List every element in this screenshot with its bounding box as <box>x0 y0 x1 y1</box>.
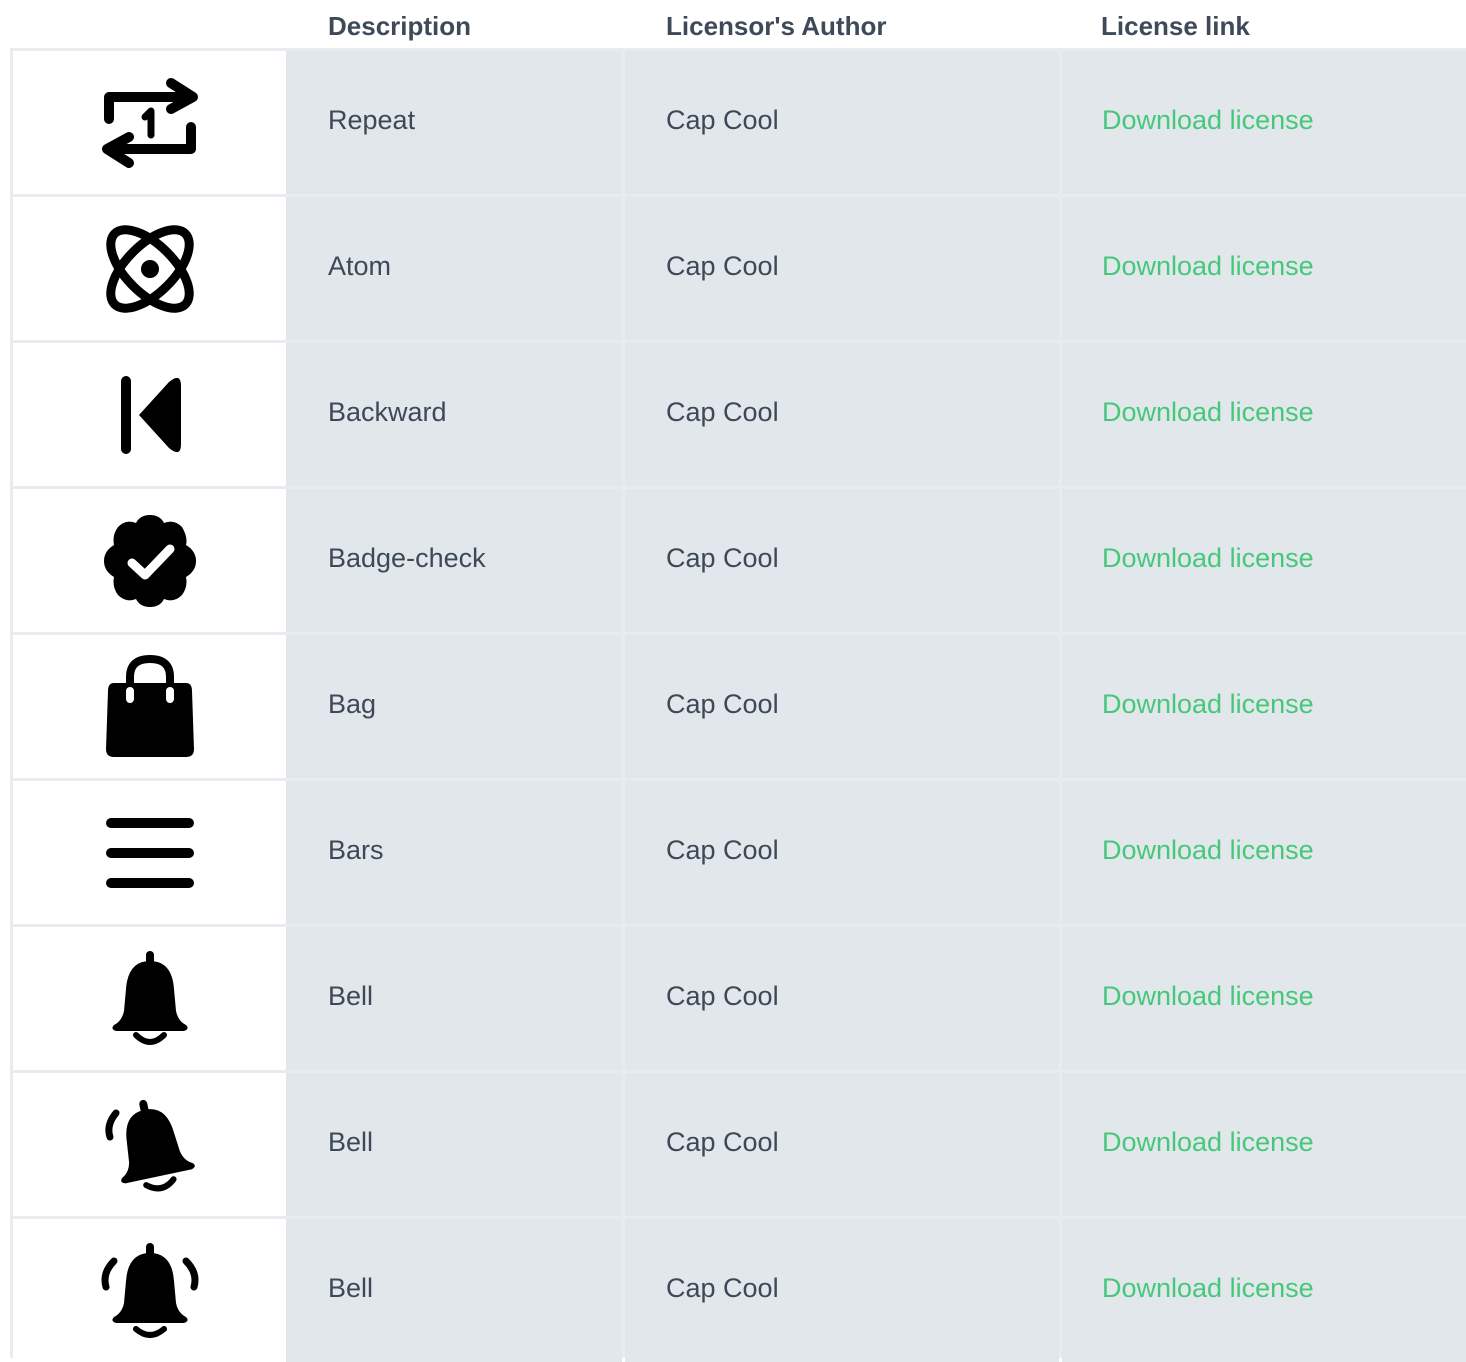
icon-cell <box>13 781 286 924</box>
author-text: Cap Cool <box>666 981 779 1011</box>
table-row: Atom Cap Cool Download license <box>10 194 1466 340</box>
license-link-cell: Download license <box>1062 781 1466 924</box>
icon-cell <box>13 1073 286 1216</box>
bars-icon <box>105 815 195 891</box>
bell-ringing-both-icon <box>100 1241 200 1341</box>
license-table: Repeat Cap Cool Download license Atom Ca… <box>10 48 1466 1362</box>
description-cell: Badge-check <box>286 489 622 632</box>
description-text: Bell <box>328 1127 374 1157</box>
author-text: Cap Cool <box>666 1273 779 1303</box>
description-cell: Bag <box>286 635 622 778</box>
bag-icon <box>102 654 198 759</box>
icon-cell <box>13 1219 286 1362</box>
backward-icon <box>115 372 185 458</box>
description-cell: Bars <box>286 781 622 924</box>
download-license-link[interactable]: Download license <box>1102 103 1314 137</box>
license-link-cell: Download license <box>1062 635 1466 778</box>
icon-cell <box>13 343 286 486</box>
author-cell: Cap Cool <box>625 927 1059 1070</box>
table-row: Backward Cap Cool Download license <box>10 340 1466 486</box>
table-row: Bag Cap Cool Download license <box>10 632 1466 778</box>
description-cell: Atom <box>286 197 622 340</box>
author-text: Cap Cool <box>666 251 779 281</box>
author-text: Cap Cool <box>666 689 779 719</box>
description-cell: Bell <box>286 927 622 1070</box>
description-cell: Bell <box>286 1219 622 1362</box>
license-link-cell: Download license <box>1062 1073 1466 1216</box>
description-text: Backward <box>328 397 447 427</box>
download-license-link[interactable]: Download license <box>1102 395 1314 429</box>
bell-icon <box>110 949 190 1049</box>
icon-cell <box>13 489 286 632</box>
description-cell: Backward <box>286 343 622 486</box>
download-license-link[interactable]: Download license <box>1102 249 1314 283</box>
description-text: Bag <box>328 689 377 719</box>
license-link-cell: Download license <box>1062 927 1466 1070</box>
icon-cell <box>13 197 286 340</box>
table-row: Repeat Cap Cool Download license <box>10 48 1466 194</box>
table-header: Description Licensor's Author License li… <box>0 0 1466 48</box>
download-license-link[interactable]: Download license <box>1102 1271 1314 1305</box>
column-header-author: Licensor's Author <box>666 11 887 41</box>
description-cell: Repeat <box>286 51 622 194</box>
description-text: Bars <box>328 835 384 865</box>
license-link-cell: Download license <box>1062 197 1466 340</box>
author-cell: Cap Cool <box>625 635 1059 778</box>
repeat-one-icon <box>95 75 205 171</box>
icon-cell <box>13 51 286 194</box>
download-license-link[interactable]: Download license <box>1102 1125 1314 1159</box>
author-text: Cap Cool <box>666 543 779 573</box>
author-cell: Cap Cool <box>625 489 1059 632</box>
column-header-description: Description <box>328 11 472 41</box>
column-header-license-link: License link <box>1101 11 1250 41</box>
atom-icon <box>95 217 205 321</box>
description-text: Badge-check <box>328 543 486 573</box>
download-license-link[interactable]: Download license <box>1102 541 1314 575</box>
author-cell: Cap Cool <box>625 781 1059 924</box>
author-text: Cap Cool <box>666 1127 779 1157</box>
license-link-cell: Download license <box>1062 343 1466 486</box>
table-row: Badge-check Cap Cool Download license <box>10 486 1466 632</box>
table-row: Bell Cap Cool Download license <box>10 1070 1466 1216</box>
icon-cell <box>13 927 286 1070</box>
download-license-link[interactable]: Download license <box>1102 687 1314 721</box>
description-text: Repeat <box>328 105 416 135</box>
author-text: Cap Cool <box>666 105 779 135</box>
download-license-link[interactable]: Download license <box>1102 833 1314 867</box>
table-row: Bars Cap Cool Download license <box>10 778 1466 924</box>
description-text: Bell <box>328 1273 374 1303</box>
license-link-cell: Download license <box>1062 1219 1466 1362</box>
author-cell: Cap Cool <box>625 343 1059 486</box>
description-text: Atom <box>328 251 392 281</box>
author-cell: Cap Cool <box>625 51 1059 194</box>
license-link-cell: Download license <box>1062 51 1466 194</box>
table-row: Bell Cap Cool Download license <box>10 924 1466 1070</box>
bell-ringing-icon <box>102 1095 198 1195</box>
author-cell: Cap Cool <box>625 1219 1059 1362</box>
icon-cell <box>13 635 286 778</box>
author-text: Cap Cool <box>666 397 779 427</box>
download-license-link[interactable]: Download license <box>1102 979 1314 1013</box>
license-link-cell: Download license <box>1062 489 1466 632</box>
author-text: Cap Cool <box>666 835 779 865</box>
description-text: Bell <box>328 981 374 1011</box>
table-row: Bell Cap Cool Download license <box>10 1216 1466 1362</box>
description-cell: Bell <box>286 1073 622 1216</box>
author-cell: Cap Cool <box>625 1073 1059 1216</box>
badge-check-icon <box>100 511 200 611</box>
author-cell: Cap Cool <box>625 197 1059 340</box>
